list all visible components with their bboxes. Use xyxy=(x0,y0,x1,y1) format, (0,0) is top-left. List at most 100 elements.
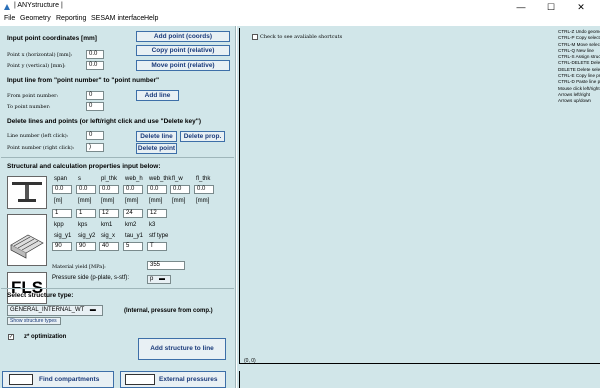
k3-label: k3 xyxy=(149,222,156,228)
sig-y2-label: sig_y2 xyxy=(78,233,96,239)
close-button[interactable]: ✕ xyxy=(566,1,596,13)
stf-type-label: stf type xyxy=(149,233,169,239)
pressure-side-select[interactable]: p ▬ xyxy=(147,275,171,284)
drawing-canvas[interactable]: Check to see avaliable shortcuts (0, 0) xyxy=(239,28,600,364)
z-optimization-label: z* optimization xyxy=(24,334,67,340)
fl-thk-unit: [mm] xyxy=(196,198,210,204)
shortcut-item: CTRL-P Copy selected xyxy=(558,35,600,41)
material-yield-input[interactable]: 355 xyxy=(147,261,185,270)
structure-type-description: (Internal, pressure from comp.) xyxy=(124,308,213,314)
kps-input[interactable]: 1 xyxy=(76,209,96,218)
tau-y1-label: tau_y1 xyxy=(125,233,144,239)
s-label: s xyxy=(78,176,81,182)
fl-w-unit: [mm] xyxy=(172,198,186,204)
kpp-input[interactable]: 1 xyxy=(52,209,72,218)
shortcuts-checkbox[interactable] xyxy=(252,34,258,40)
sig-y2-input[interactable]: 90 xyxy=(76,242,96,251)
fl-w-input[interactable]: 0.0 xyxy=(170,185,190,194)
minimize-button[interactable]: — xyxy=(506,1,536,13)
menu-help[interactable]: Help xyxy=(144,15,158,22)
km1-label: km1 xyxy=(101,222,113,228)
z-optimization-checkbox[interactable]: ✓ xyxy=(8,334,14,340)
s-unit: [mm] xyxy=(78,198,92,204)
km2-input[interactable]: 24 xyxy=(123,209,143,218)
web-thk-input[interactable]: 0.0 xyxy=(147,185,167,194)
right-panel: Check to see avaliable shortcuts (0, 0) xyxy=(237,26,600,388)
copy-point-button[interactable]: Copy point (relative) xyxy=(136,45,230,56)
web-h-label: web_h xyxy=(125,176,143,182)
kps-label: kps xyxy=(78,222,88,228)
structural-header: Structural and calculation properties in… xyxy=(7,163,161,170)
line-number-input[interactable]: 0 xyxy=(86,131,104,140)
structure-type-header: Select structure type: xyxy=(7,292,74,299)
span-unit: [m] xyxy=(54,198,63,204)
maximize-button[interactable]: ☐ xyxy=(536,1,566,13)
line-number-label: Line number (left click): xyxy=(7,133,69,139)
point-number-label: Point number (right click): xyxy=(7,145,75,151)
find-compartments-label: Find compartments xyxy=(39,376,100,383)
show-structure-types-button[interactable]: Show structure types xyxy=(7,317,61,325)
panel-3d-icon[interactable] xyxy=(7,214,47,266)
fl-w-label: fl_w xyxy=(172,176,183,182)
menu-sesam-interface[interactable]: SESAM interface xyxy=(91,15,144,22)
divider xyxy=(1,157,234,158)
delete-point-button[interactable]: Delete point xyxy=(136,143,177,154)
point-x-input[interactable]: 0.0 xyxy=(86,50,104,59)
pressure-side-label: Pressure side (p-plate, s-stf): xyxy=(52,275,130,281)
divider xyxy=(1,288,234,289)
s-input[interactable]: 0.0 xyxy=(76,185,96,194)
fl-thk-input[interactable]: 0.0 xyxy=(194,185,214,194)
span-input[interactable]: 0.0 xyxy=(52,185,72,194)
shortcut-item: CTRL-D Paste line prop xyxy=(558,79,600,85)
to-point-label: To point number: xyxy=(7,104,51,110)
find-compartments-button[interactable]: Find compartments xyxy=(2,371,114,388)
sig-y1-input[interactable]: 90 xyxy=(52,242,72,251)
km1-input[interactable]: 12 xyxy=(99,209,119,218)
from-point-label: From point number: xyxy=(7,93,59,99)
web-thk-label: web_thk xyxy=(149,176,172,182)
sig-x-label: sig_x xyxy=(101,233,116,239)
point-y-input[interactable]: 0.0 xyxy=(86,61,104,70)
point-number-input[interactable]: ) xyxy=(86,143,104,152)
bottom-strip xyxy=(239,371,600,388)
from-point-input[interactable]: 0 xyxy=(86,91,104,100)
span-label: span xyxy=(54,176,68,182)
km2-label: km2 xyxy=(125,222,137,228)
external-pressures-button[interactable]: External pressures xyxy=(120,371,226,388)
input-line-header: Input line from "point number" to "point… xyxy=(7,77,160,84)
pl-thk-label: pl_thk xyxy=(101,176,118,182)
k3-input[interactable]: 12 xyxy=(147,209,167,218)
delete-prop-button[interactable]: Delete prop. xyxy=(180,131,225,142)
menu-file[interactable]: File xyxy=(4,15,15,22)
cursor-coordinates: (0, 0) xyxy=(244,358,256,364)
move-point-button[interactable]: Move point (relative) xyxy=(136,60,230,71)
structure-type-value: GENERAL_INTERNAL_WT xyxy=(10,307,85,313)
external-pressures-label: External pressures xyxy=(159,376,218,383)
pl-thk-input[interactable]: 0.0 xyxy=(99,185,119,194)
delete-line-button[interactable]: Delete line xyxy=(136,131,177,142)
to-point-input[interactable]: 0 xyxy=(86,102,104,111)
kpp-label: kpp xyxy=(54,222,64,228)
web-h-unit: [mm] xyxy=(125,198,139,204)
structure-type-select[interactable]: GENERAL_INTERNAL_WT ▬ xyxy=(7,305,103,316)
shortcut-item: Arrows up/down xyxy=(558,98,591,104)
window-title: | ANYstructure | xyxy=(14,2,63,9)
web-thk-unit: [mm] xyxy=(149,198,163,204)
menu-reporting[interactable]: Reporting xyxy=(56,15,86,22)
menu-geometry[interactable]: Geometry xyxy=(20,15,51,22)
stf-type-input[interactable]: T xyxy=(147,242,167,251)
web-h-input[interactable]: 0.0 xyxy=(123,185,143,194)
stiffener-section-icon[interactable] xyxy=(7,176,47,209)
add-line-button[interactable]: Add line xyxy=(136,90,179,101)
tau-y1-input[interactable]: 5 xyxy=(123,242,143,251)
delete-header: Delete lines and points (or left/right c… xyxy=(7,118,201,125)
sig-y1-label: sig_y1 xyxy=(54,233,72,239)
sig-x-input[interactable]: 40 xyxy=(99,242,119,251)
compartments-icon xyxy=(9,374,33,385)
shortcuts-list: CTRL-Z Undo geometry CTRL-P Copy selecte… xyxy=(558,29,600,105)
external-pressures-icon xyxy=(125,374,155,385)
add-point-button[interactable]: Add point (coords) xyxy=(136,31,230,42)
add-structure-button[interactable]: Add structure to line xyxy=(138,338,226,360)
menu-bar: File Geometry Reporting SESAM interface … xyxy=(0,14,600,25)
pressure-side-value: p xyxy=(150,276,154,282)
